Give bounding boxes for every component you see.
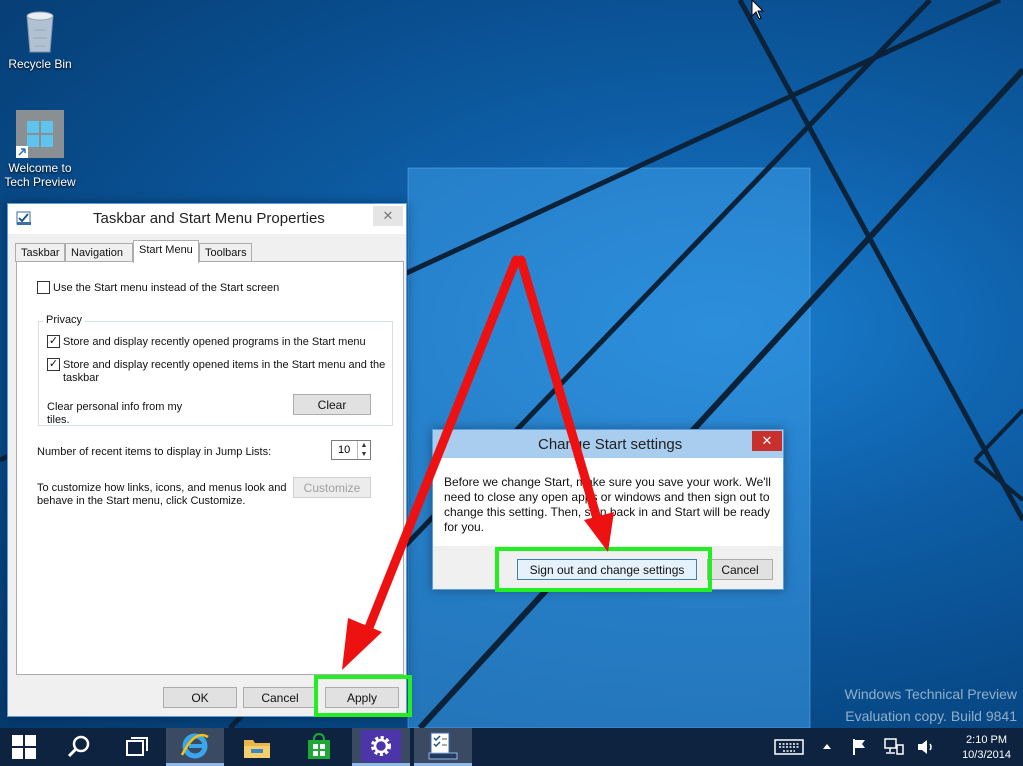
keyboard-icon[interactable]	[774, 738, 804, 756]
chevron-up-icon[interactable]	[820, 742, 834, 750]
start-menu-panel: Use the Start menu instead of the Start …	[16, 261, 404, 675]
taskbar-properties-icon	[16, 210, 32, 226]
change-start-message: Before we change Start, make sure you sa…	[444, 475, 771, 489]
properties-dialog: Taskbar and Start Menu Properties ✕ Task…	[7, 203, 407, 717]
clock-time: 2:10 PM	[966, 734, 1008, 746]
file-explorer[interactable]	[228, 728, 286, 766]
change-start-title: Change Start settings	[538, 436, 683, 453]
jump-lists-spinner[interactable]: 10 ▲ ▼	[331, 440, 371, 460]
store-items-label: Store and display recently opened items …	[63, 359, 386, 371]
windows-logo-icon	[12, 735, 36, 759]
store-items-label-cont: taskbar	[63, 372, 100, 384]
cancel-button[interactable]: Cancel	[243, 687, 317, 708]
desktop-icon-recycle-bin[interactable]: Recycle Bin	[0, 8, 80, 71]
store-icon	[308, 733, 330, 759]
chevron-up-icon[interactable]: ▲	[358, 441, 370, 450]
taskbar-properties[interactable]	[414, 728, 472, 766]
privacy-group-title: Privacy	[43, 314, 86, 326]
use-start-menu-label: Use the Start menu instead of the Start …	[53, 282, 280, 294]
search-button[interactable]	[50, 728, 108, 766]
watermark: Windows Technical Preview Evaluation cop…	[845, 686, 1017, 724]
task-view-button[interactable]	[108, 728, 166, 766]
task-view-icon	[126, 737, 148, 756]
desktop-icon-label: Recycle Bin	[8, 57, 72, 71]
desktop-icon-welcome[interactable]: Welcome to Tech Preview	[0, 110, 80, 189]
tab-navigation[interactable]: Navigation	[65, 243, 133, 262]
flag-icon[interactable]	[850, 738, 868, 756]
close-button[interactable]: ✕	[752, 431, 782, 451]
customize-button[interactable]: Customize	[293, 477, 371, 498]
watermark-line: Windows Technical Preview	[844, 686, 1017, 702]
store-items-checkbox[interactable]: ✓	[47, 358, 60, 371]
clear-button[interactable]: Clear	[293, 394, 371, 415]
close-icon: ✕	[382, 208, 394, 223]
windows-logo-icon	[16, 110, 64, 158]
clear-info-text: Clear personal info from my	[47, 401, 183, 413]
volume-icon[interactable]	[916, 738, 936, 756]
chevron-down-icon[interactable]: ▼	[358, 450, 370, 459]
search-icon	[67, 735, 90, 758]
start-button[interactable]	[0, 728, 48, 766]
customize-text: To customize how links, icons, and menus…	[37, 482, 287, 494]
change-start-body: Before we change Start, make sure you sa…	[433, 458, 783, 546]
gear-icon	[371, 735, 391, 756]
customize-text-cont: behave in the Start menu, click Customiz…	[37, 495, 246, 507]
watermark-line: Evaluation copy. Build 9841	[845, 708, 1017, 724]
change-start-message: need to close any open apps or windows a…	[444, 490, 770, 504]
properties-titlebar[interactable]: Taskbar and Start Menu Properties ✕	[8, 204, 406, 234]
recycle-bin-icon	[23, 8, 57, 54]
clock-date: 10/3/2014	[962, 749, 1011, 761]
use-start-menu-checkbox[interactable]	[37, 281, 50, 294]
clear-info-text-cont: tiles.	[47, 414, 70, 426]
desktop-icon-label: Welcome to Tech Preview	[4, 161, 76, 189]
tab-start-menu[interactable]: Start Menu	[133, 240, 199, 263]
folder-icon	[244, 740, 270, 758]
jump-lists-value: 10	[338, 444, 351, 456]
tab-toolbars[interactable]: Toolbars	[199, 243, 252, 262]
apply-highlight	[314, 675, 412, 717]
close-icon: ✕	[761, 433, 773, 448]
store[interactable]	[290, 728, 348, 766]
store-programs-label: Store and display recently opened progra…	[63, 336, 366, 348]
store-programs-checkbox[interactable]: ✓	[47, 335, 60, 348]
clock[interactable]: 2:10 PM 10/3/2014	[962, 733, 1011, 763]
properties-title: Taskbar and Start Menu Properties	[93, 210, 325, 227]
control-panel[interactable]	[352, 728, 410, 766]
taskbar: 2:10 PM 10/3/2014	[0, 728, 1023, 766]
close-button[interactable]: ✕	[373, 206, 403, 226]
change-start-message: change this setting. Then, sign back in …	[444, 505, 770, 519]
sign-out-highlight	[495, 547, 712, 592]
internet-explorer[interactable]	[166, 728, 224, 766]
internet-explorer-icon	[180, 733, 209, 758]
cancel-button[interactable]: Cancel	[707, 559, 773, 580]
network-icon[interactable]	[884, 738, 904, 756]
taskbar-properties-icon	[428, 732, 458, 759]
ok-button[interactable]: OK	[163, 687, 237, 708]
tab-taskbar[interactable]: Taskbar	[15, 243, 65, 262]
jump-lists-label: Number of recent items to display in Jum…	[37, 446, 272, 458]
spinner-arrows[interactable]: ▲ ▼	[357, 441, 370, 459]
change-start-titlebar[interactable]: Change Start settings ✕	[433, 430, 783, 458]
change-start-message: for you.	[444, 520, 485, 534]
